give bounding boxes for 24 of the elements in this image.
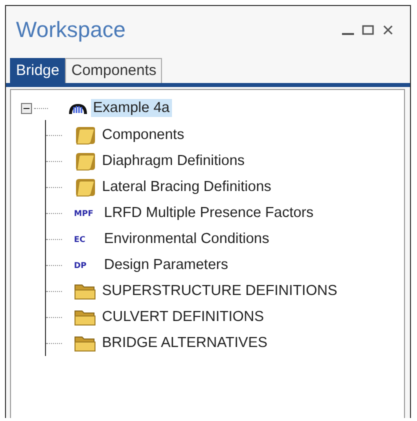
folder-icon <box>74 177 96 197</box>
tab[interactable]: Components <box>65 58 162 83</box>
code-icon: DP <box>74 260 98 270</box>
code-icon: MPF <box>74 208 98 218</box>
window-title: Workspace <box>16 17 127 43</box>
tab[interactable]: Bridge <box>10 58 66 83</box>
tree-item[interactable]: Design Parameters <box>102 256 230 274</box>
folder-icon <box>74 334 96 352</box>
folder-icon <box>74 125 96 145</box>
collapse-icon[interactable] <box>21 102 32 114</box>
tree-item[interactable]: Example 4a <box>91 99 172 117</box>
folder-icon <box>74 308 96 326</box>
tree-item[interactable]: BRIDGE ALTERNATIVES <box>100 334 270 352</box>
tree-item[interactable]: Components <box>100 126 186 144</box>
tree-item[interactable]: Environmental Conditions <box>102 230 272 248</box>
folder-icon <box>74 282 96 300</box>
tree-item[interactable]: CULVERT DEFINITIONS <box>100 308 266 326</box>
tree-item[interactable]: SUPERSTRUCTURE DEFINITIONS <box>100 282 340 300</box>
folder-icon <box>74 151 96 171</box>
tree-item[interactable]: Lateral Bracing Definitions <box>100 178 274 196</box>
arch-bridge-icon <box>68 102 88 114</box>
tree-item[interactable]: Diaphragm Definitions <box>100 152 247 170</box>
code-icon: EC <box>74 234 98 244</box>
tree-item[interactable]: LRFD Multiple Presence Factors <box>102 204 316 222</box>
